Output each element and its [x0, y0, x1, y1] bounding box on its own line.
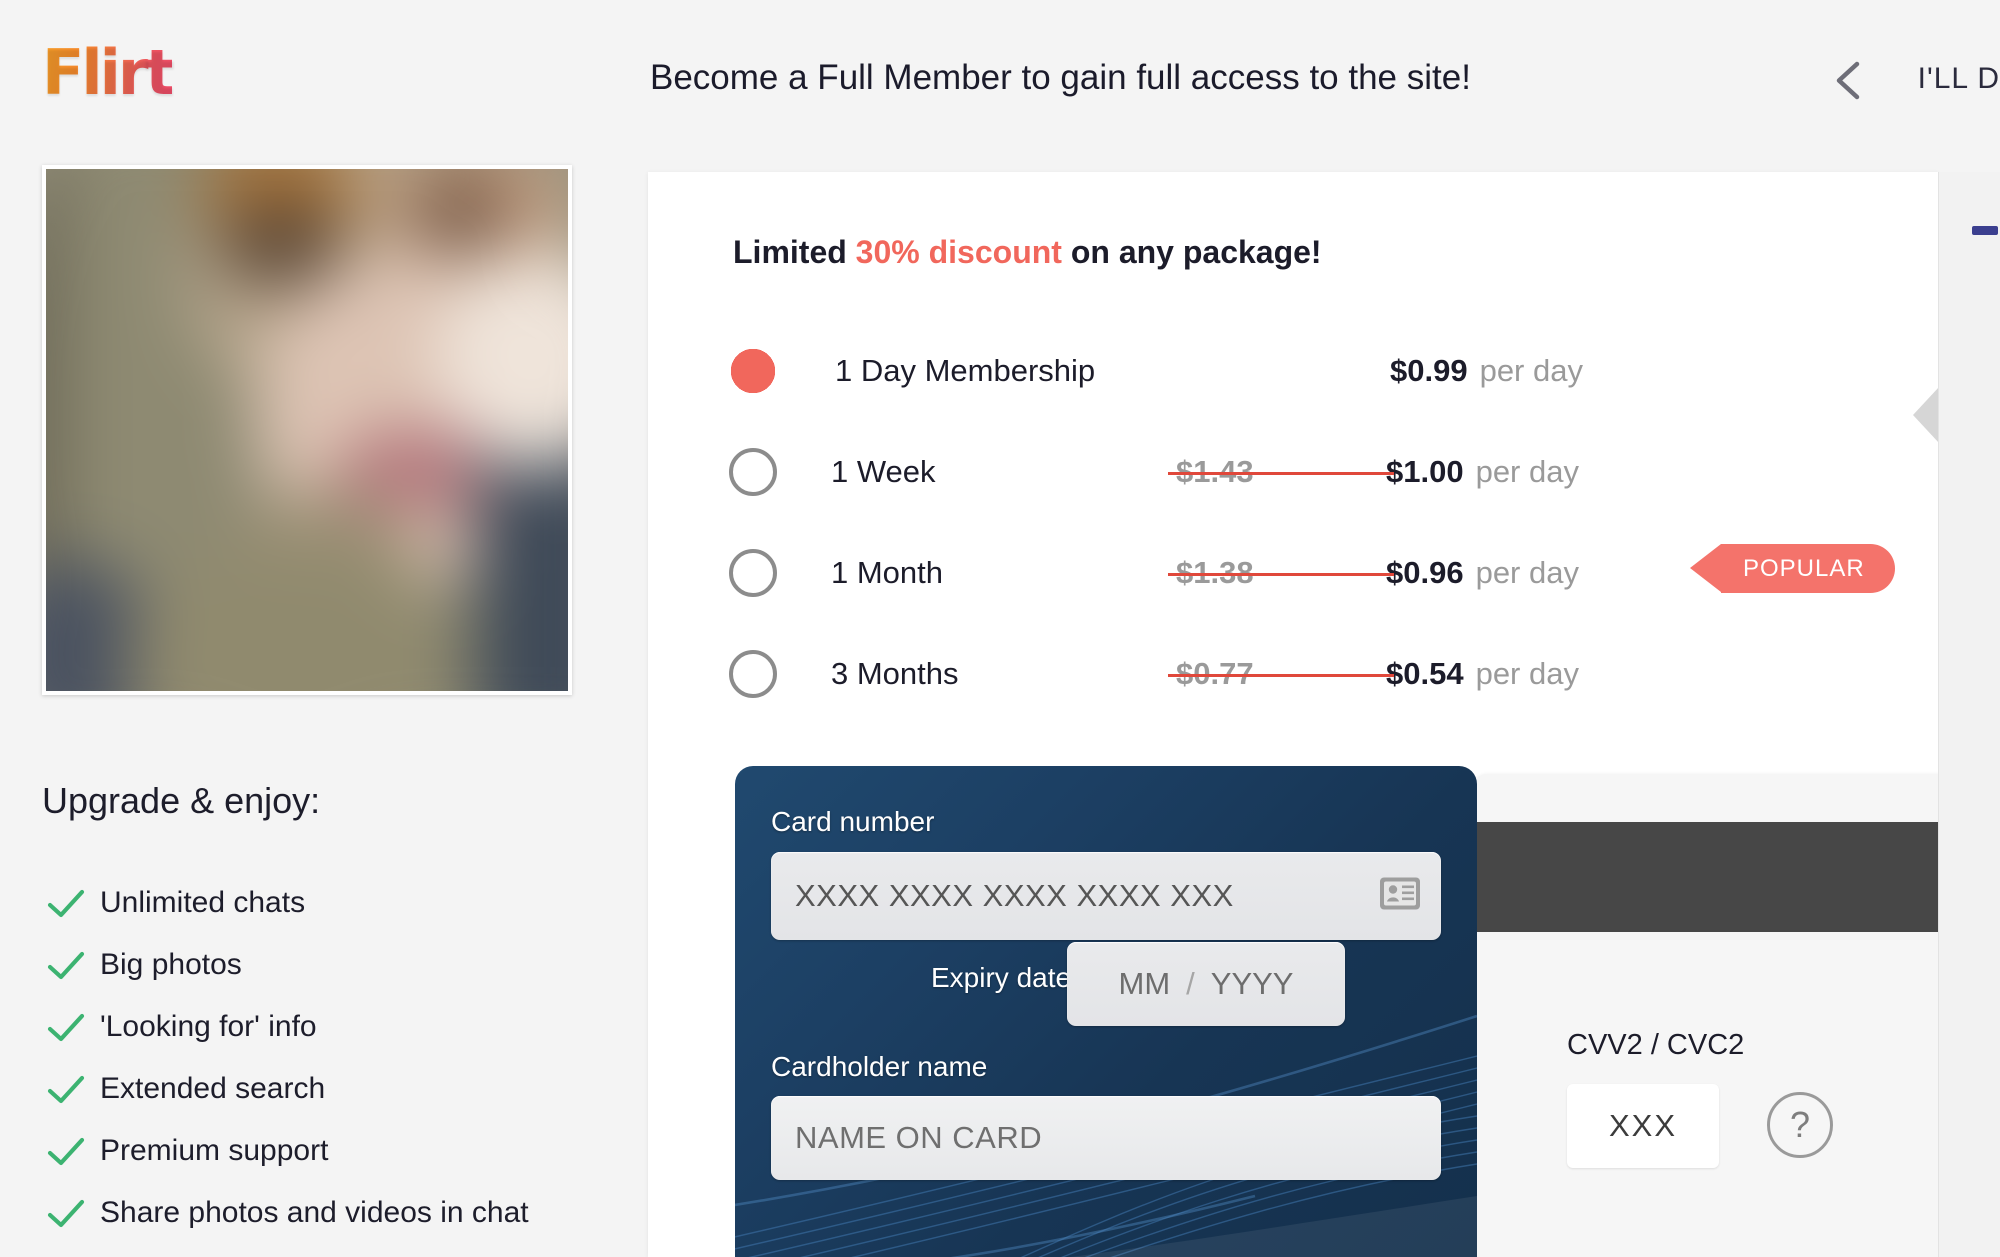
card-number-label: Card number: [771, 806, 935, 837]
plan-old-price: $1.43: [1168, 454, 1394, 490]
plan-per-unit: per day: [1475, 453, 1579, 489]
benefit-label: Extended search: [100, 1072, 326, 1105]
promo-banner: Limited 30% discount on any package!: [733, 234, 1322, 271]
plan-row[interactable]: 1 Month $1.38 $0.96 per day POPULAR: [721, 522, 1901, 623]
credit-card-back: CVV2 / CVC2 XXX ?: [1473, 774, 2000, 1257]
plan-row[interactable]: 3 Months $0.77 $0.54 per day: [721, 623, 1901, 724]
check-icon: [44, 881, 88, 925]
plan-name: 1 Month: [831, 554, 944, 590]
edge-indicator: [1972, 226, 1998, 235]
plan-price: $1.00: [1386, 453, 1464, 489]
card-number-placeholder: XXXX XXXX XXXX XXXX XXX: [795, 878, 1234, 913]
brand-logo-text: Flirt: [42, 36, 175, 109]
expiry-year-placeholder: YYYY: [1210, 966, 1294, 1001]
benefit-item: Premium support: [44, 1120, 644, 1182]
page-header: Flirt Become a Full Member to gain full …: [0, 0, 2000, 160]
profile-photo[interactable]: [42, 165, 572, 695]
plan-name: 3 Months: [831, 655, 959, 691]
decline-button[interactable]: I'LL D: [1918, 62, 2000, 96]
check-icon: [44, 1005, 88, 1049]
chevron-left-icon: [1836, 61, 1860, 100]
sidebar: Upgrade & enjoy: Unlimited chats Big pho…: [0, 160, 648, 1257]
magnetic-stripe: [1473, 822, 2000, 932]
benefit-label: 'Looking for' info: [100, 1010, 317, 1043]
benefit-label: Big photos: [100, 948, 242, 981]
popular-badge: POPULAR: [1690, 544, 1895, 593]
checkout-panel: Limited 30% discount on any package! 1 D…: [648, 172, 2000, 1257]
benefit-item: Big photos: [44, 934, 644, 996]
cardholder-name-input[interactable]: NAME ON CARD: [771, 1096, 1441, 1180]
plan-old-price: $0.77: [1168, 656, 1394, 692]
strikethrough-line: [1168, 471, 1394, 475]
plan-row[interactable]: 1 Week $1.43 $1.00 per day: [721, 421, 1901, 522]
benefit-item: 'Looking for' info: [44, 996, 644, 1058]
benefit-item: Share photos and videos in chat: [44, 1182, 644, 1244]
plan-per-unit: per day: [1479, 352, 1583, 388]
cvv-input[interactable]: XXX: [1567, 1084, 1719, 1168]
credit-card-front: Card number XXXX XXXX XXXX XXXX XXX Expi: [735, 766, 1477, 1257]
check-icon: [44, 943, 88, 987]
plan-old-price: $1.38: [1168, 555, 1394, 591]
plan-price: $0.96: [1386, 554, 1464, 590]
cardholder-name-placeholder: NAME ON CARD: [795, 1120, 1043, 1155]
cvv-label: CVV2 / CVC2: [1567, 1029, 1745, 1061]
expiry-date-label: Expiry date: [931, 962, 1072, 993]
brand-logo[interactable]: Flirt: [42, 38, 202, 108]
benefit-item: Extended search: [44, 1058, 644, 1120]
plan-name: 1 Day Membership: [835, 352, 1096, 388]
plan-per-unit: per day: [1475, 554, 1579, 590]
expiry-date-input[interactable]: MM / YYYY: [1067, 942, 1345, 1026]
benefit-label: Unlimited chats: [100, 886, 306, 919]
plan-radio[interactable]: [729, 447, 777, 496]
plan-list: 1 Day Membership $0.99 per day 1 Week $1…: [721, 320, 1901, 724]
check-icon: [44, 1129, 88, 1173]
plan-name: 1 Week: [831, 453, 936, 489]
cardholder-name-label: Cardholder name: [771, 1051, 988, 1082]
plan-radio-selected[interactable]: [725, 342, 781, 399]
cvv-placeholder: XXX: [1608, 1108, 1678, 1143]
benefit-item: Unlimited chats: [44, 872, 644, 934]
back-button[interactable]: [1830, 58, 1870, 103]
question-mark-icon[interactable]: ?: [1767, 1092, 1833, 1158]
check-icon: [44, 1067, 88, 1111]
plan-radio[interactable]: [729, 548, 777, 597]
plan-price: $0.54: [1386, 655, 1464, 691]
strikethrough-line: [1168, 673, 1394, 677]
plan-radio[interactable]: [729, 649, 777, 698]
card-id-icon: [1379, 877, 1421, 916]
plan-price: $0.99: [1390, 352, 1468, 388]
benefit-label: Share photos and videos in chat: [100, 1196, 529, 1229]
expiry-month-placeholder: MM: [1118, 966, 1171, 1001]
card-number-input[interactable]: XXXX XXXX XXXX XXXX XXX: [771, 852, 1441, 940]
promo-accent: 30% discount: [855, 234, 1062, 270]
panel-pointer-icon: [1913, 387, 1939, 443]
strikethrough-line: [1168, 572, 1394, 576]
upgrade-heading: Upgrade & enjoy:: [42, 780, 321, 821]
promo-suffix: on any package!: [1061, 234, 1322, 270]
benefit-label: Premium support: [100, 1134, 329, 1167]
expiry-separator: /: [1186, 966, 1195, 1001]
plan-per-unit: per day: [1475, 655, 1579, 691]
plan-row[interactable]: 1 Day Membership $0.99 per day: [721, 320, 1901, 421]
profile-photo-blur: [46, 169, 568, 691]
benefits-list: Unlimited chats Big photos 'Looking for'…: [44, 872, 644, 1244]
promo-prefix: Limited: [733, 234, 856, 270]
right-edge-strip: [1938, 172, 2000, 1257]
page-title: Become a Full Member to gain full access…: [650, 58, 1471, 97]
check-icon: [44, 1191, 88, 1235]
